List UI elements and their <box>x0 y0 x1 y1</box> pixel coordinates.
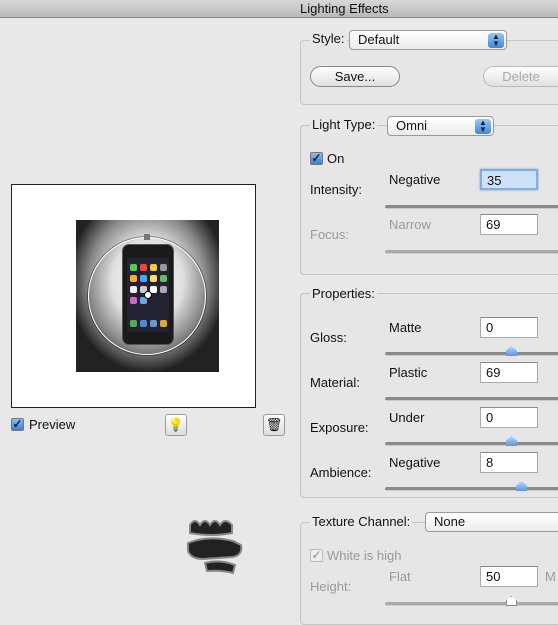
focus-label: Focus: <box>310 227 350 242</box>
intensity-slider[interactable] <box>385 205 558 209</box>
properties-label: Properties: <box>310 286 377 301</box>
texture-channel-select[interactable]: None <box>425 512 558 532</box>
watermark-logo <box>187 520 243 575</box>
focus-slider[interactable] <box>385 250 558 254</box>
preview-area[interactable] <box>11 184 256 408</box>
title-bar <box>0 0 558 18</box>
ambience-input[interactable]: 8 <box>480 452 538 473</box>
ambience-min-label: Negative <box>389 455 441 470</box>
material-slider[interactable] <box>385 397 558 401</box>
light-center-handle[interactable] <box>144 291 152 299</box>
light-type-select[interactable]: Omni ▲ ▼ <box>387 116 494 136</box>
lightbulb-icon: 💡 <box>167 417 185 432</box>
height-min-label: Flat <box>389 569 411 584</box>
focus-input[interactable]: 69 <box>480 214 538 235</box>
material-input[interactable]: 69 <box>480 362 538 383</box>
preview-label: Preview <box>29 417 76 432</box>
delete-light-button[interactable]: 🗑 <box>263 414 285 436</box>
window-title: Lighting Effects <box>300 1 389 16</box>
height-slider[interactable] <box>385 596 558 606</box>
exposure-min-label: Under <box>389 410 425 425</box>
ambience-slider[interactable] <box>385 481 558 491</box>
exposure-slider[interactable] <box>385 436 558 446</box>
gloss-input[interactable]: 0 <box>480 317 538 338</box>
height-max-label: M <box>545 569 556 584</box>
white-is-high-label: White is high <box>327 548 402 563</box>
preview-image <box>76 220 219 372</box>
exposure-input[interactable]: 0 <box>480 407 538 428</box>
ambience-label: Ambience: <box>310 465 372 480</box>
material-min-label: Plastic <box>389 365 428 380</box>
style-label: Style: <box>310 31 347 46</box>
on-checkbox[interactable]: ✓ <box>310 152 323 165</box>
light-type-label: Light Type: <box>310 117 378 132</box>
gloss-min-label: Matte <box>389 320 422 335</box>
trash-icon: 🗑 <box>265 417 283 432</box>
gloss-label: Gloss: <box>310 330 347 345</box>
save-button[interactable]: Save... <box>310 66 400 87</box>
gloss-slider[interactable] <box>385 346 558 356</box>
intensity-label: Intensity: <box>310 182 363 197</box>
on-label: On <box>327 151 345 166</box>
light-focus-handle[interactable] <box>144 234 150 240</box>
intensity-input[interactable]: 35 <box>480 169 538 190</box>
height-label: Height: <box>310 579 352 594</box>
texture-channel-label: Texture Channel: <box>310 514 413 529</box>
preview-checkbox[interactable]: ✓ <box>11 418 24 431</box>
exposure-label: Exposure: <box>310 420 369 435</box>
style-select[interactable]: Default ▲ ▼ <box>349 30 507 50</box>
height-input[interactable]: 50 <box>480 566 538 587</box>
white-is-high-checkbox[interactable]: ✓ <box>310 549 323 562</box>
new-light-button[interactable]: 💡 <box>165 414 187 436</box>
chevron-updown-icon: ▲ ▼ <box>488 33 504 48</box>
material-label: Material: <box>310 375 360 390</box>
intensity-min-label: Negative <box>389 172 441 187</box>
focus-min-label: Narrow <box>389 217 431 232</box>
chevron-updown-icon: ▲ ▼ <box>475 119 491 134</box>
delete-button[interactable]: Delete <box>483 66 558 87</box>
